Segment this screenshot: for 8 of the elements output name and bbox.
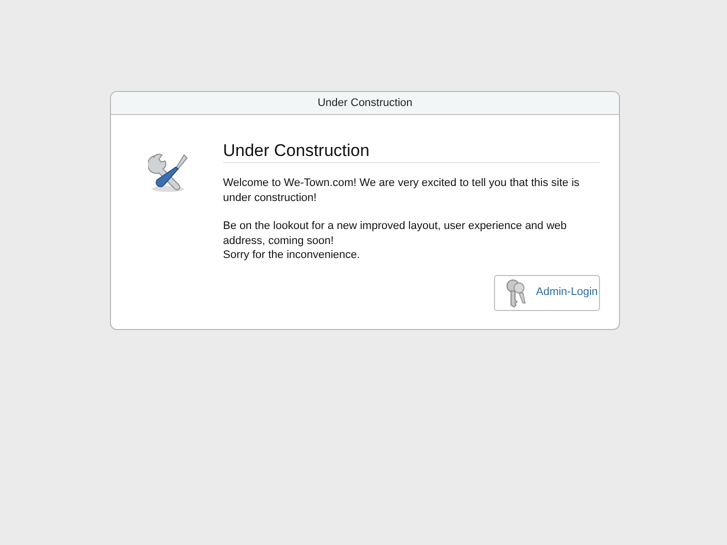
keys-icon <box>504 278 528 308</box>
window-title: Under Construction <box>318 96 412 111</box>
body-text: Sorry for the inconvenience. <box>223 248 361 262</box>
body-text: Welcome to We-Town.com! We are very excited to tell you that this site is under construction! <box>223 176 580 205</box>
wrench-screwdriver-icon <box>148 151 190 193</box>
body-text: Be on the lookout for a new improved layout, user experience and web address, coming soon! <box>223 219 568 248</box>
admin-login-button[interactable]: Admin-Login <box>494 274 600 310</box>
page-heading: Under Construction <box>223 141 600 163</box>
